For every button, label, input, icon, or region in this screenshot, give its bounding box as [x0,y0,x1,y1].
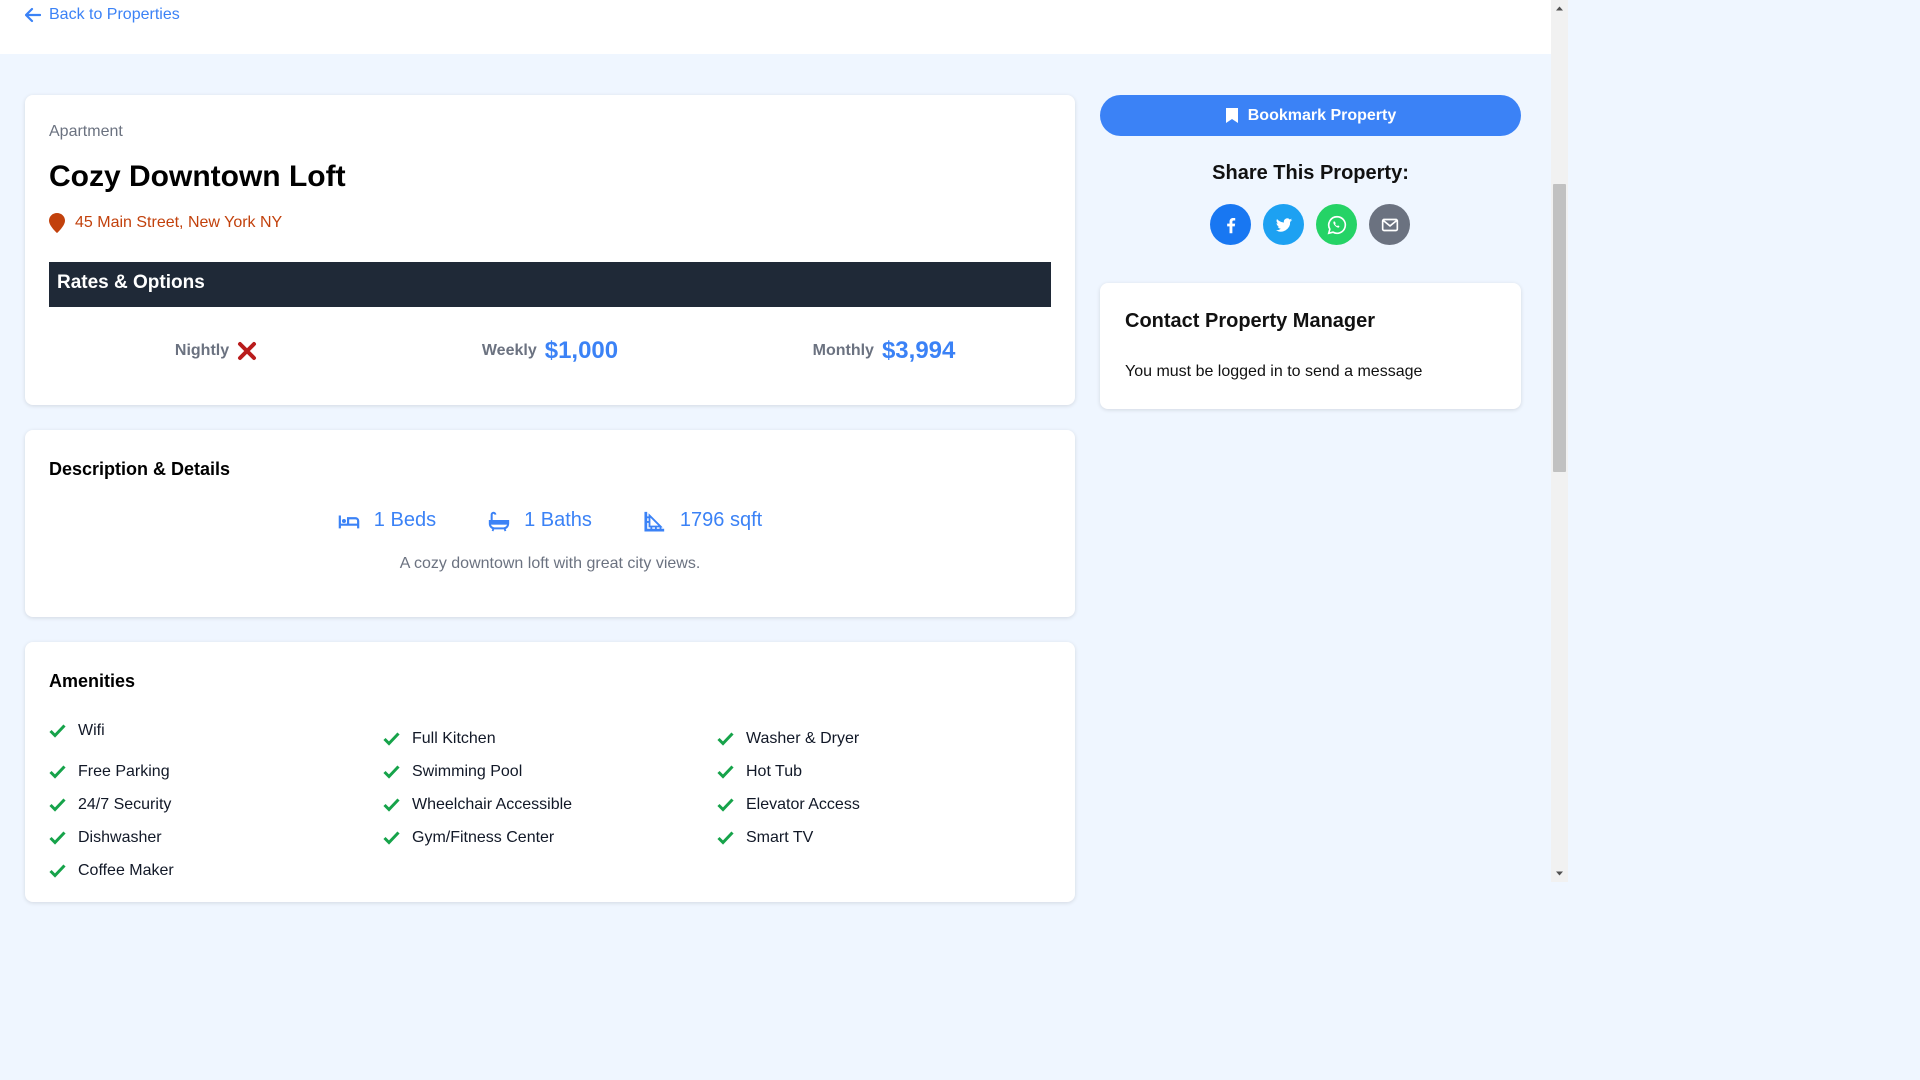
sqft-text: 1796 sqft [679,509,763,531]
top-bar: Back to Properties [0,0,1551,54]
rate-nightly: Nightly [49,331,383,371]
check-icon [49,765,66,779]
amenity-item: Smart TV [717,821,1037,854]
amenity-label: Swimming Pool [412,762,523,780]
rates-header: Rates & Options [49,262,1051,307]
check-icon [49,724,66,738]
ruler-icon [644,511,665,532]
share-whatsapp-button[interactable] [1316,204,1357,245]
amenity-label: Elevator Access [746,795,860,813]
share-twitter-button[interactable] [1263,204,1304,245]
amenity-label: Washer & Dryer [746,729,860,747]
stat-area: 1796 sqft [644,509,762,532]
amenities-column-2: Full Kitchen Swimming Pool Wheelchair Ac… [383,722,703,854]
amenities-column-3: Washer & Dryer Hot Tub Elevator Access S… [717,722,1037,854]
amenity-label: Gym/Fitness Center [412,828,555,846]
amenity-item: 24/7 Security [49,788,369,821]
description-text: A cozy downtown loft with great city vie… [399,555,701,572]
check-icon [49,831,66,845]
rates-row: Nightly Weekly $1,000 Monthly $3,994 [49,331,1051,371]
stat-beds: 1 Beds [338,509,436,532]
amenity-item: Dishwasher [49,821,369,854]
amenity-item: Washer & Dryer [717,722,1037,755]
check-icon [49,798,66,812]
scrollbar-thumb[interactable] [1553,184,1566,472]
property-address: 45 Main Street, New York NY [49,213,282,233]
check-icon [383,765,400,779]
property-type: Apartment [49,123,123,140]
bookmark-icon [1225,108,1238,123]
rate-nightly-label: Nightly [174,342,230,359]
scroll-down-arrow-icon[interactable] [1555,869,1564,878]
description-card: Description & Details 1 Beds 1 Baths 179… [25,430,1075,617]
property-header-card: Apartment Cozy Downtown Loft 45 Main Str… [25,95,1075,405]
bookmark-label[interactable]: Bookmark Property [1248,107,1397,125]
email-icon [1381,218,1398,231]
address-text: 45 Main Street, New York NY [75,214,283,231]
amenity-label: Wifi [78,721,105,739]
back-to-properties-link[interactable]: Back to Properties [25,6,180,24]
amenities-card: Amenities Wifi Free Parking 24/7 Securit… [25,642,1075,902]
map-marker-icon [49,213,65,233]
amenity-label: Coffee Maker [78,861,174,879]
stat-baths: 1 Baths [488,509,592,532]
amenity-label: Smart TV [746,828,814,846]
amenity-label: Full Kitchen [412,729,496,747]
contact-card: Contact Property Manager You must be log… [1100,283,1521,409]
twitter-icon [1275,217,1292,232]
amenity-label: Hot Tub [746,762,803,780]
check-icon [49,864,66,878]
rate-weekly: Weekly $1,000 [383,331,717,371]
rate-monthly-value: $3,994 [881,337,956,364]
amenity-label: 24/7 Security [78,795,172,813]
rate-monthly: Monthly $3,994 [717,331,1051,371]
scroll-up-arrow-icon[interactable] [1555,4,1564,13]
check-icon [717,765,734,779]
baths-text: 1 Baths [524,509,592,531]
amenity-item: Full Kitchen [383,722,703,755]
bath-icon [488,511,510,531]
amenity-item: Coffee Maker [49,854,369,887]
x-mark-icon [238,342,257,360]
share-title: Share This Property: [1212,162,1409,184]
vertical-scrollbar[interactable] [1551,0,1568,882]
share-facebook-button[interactable] [1210,204,1251,245]
amenity-label: Free Parking [78,762,170,780]
amenity-label: Dishwasher [78,828,162,846]
amenities-column-1: Wifi Free Parking 24/7 Security Dishwash… [49,722,369,887]
contact-login-message: You must be logged in to send a message [1125,363,1423,380]
bed-icon [338,515,360,528]
check-icon [717,831,734,845]
property-stats: 1 Beds 1 Baths 1796 sqft [25,509,1075,532]
back-link-label[interactable]: Back to Properties [49,6,180,24]
check-icon [383,798,400,812]
amenity-item: Gym/Fitness Center [383,821,703,854]
check-icon [717,732,734,746]
facebook-icon [1226,217,1235,233]
rate-monthly-label: Monthly [812,342,874,359]
whatsapp-icon [1327,215,1346,234]
bookmark-button[interactable]: Bookmark Property [1100,95,1521,136]
rate-weekly-label: Weekly [481,342,537,359]
check-icon [383,732,400,746]
rate-weekly-value: $1,000 [544,337,619,364]
arrow-left-icon [25,7,41,23]
check-icon [717,798,734,812]
amenity-item: Swimming Pool [383,755,703,788]
description-title: Description & Details [49,459,231,479]
amenity-item: Elevator Access [717,788,1037,821]
beds-text: 1 Beds [373,509,437,531]
amenity-item: Hot Tub [717,755,1037,788]
property-title: Cozy Downtown Loft [49,160,346,193]
share-email-button[interactable] [1369,204,1410,245]
amenity-item: Wheelchair Accessible [383,788,703,821]
share-icons [1210,204,1410,245]
amenities-title: Amenities [49,671,136,691]
amenity-label: Wheelchair Accessible [412,795,573,813]
amenity-item: Free Parking [49,755,369,788]
amenity-item: Wifi [49,714,369,747]
contact-title: Contact Property Manager [1125,310,1376,332]
check-icon [383,831,400,845]
